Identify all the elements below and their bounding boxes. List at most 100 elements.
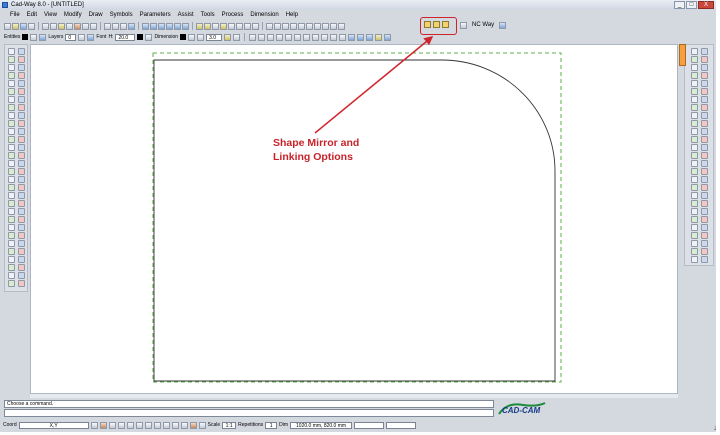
draw-tool-icon[interactable] bbox=[8, 144, 15, 151]
track-toggle-icon[interactable] bbox=[135, 421, 143, 429]
draw-tool-icon[interactable] bbox=[8, 272, 15, 279]
menu-dimension[interactable]: Dimension bbox=[250, 11, 278, 20]
menu-modify[interactable]: Modify bbox=[64, 11, 82, 20]
scale-field[interactable]: 1:1 bbox=[222, 421, 237, 429]
draw-tool-icon[interactable] bbox=[18, 192, 25, 199]
layer-properties-icon[interactable] bbox=[87, 33, 95, 41]
entity-color-dropdown-icon[interactable] bbox=[30, 33, 38, 41]
process-tool-icon[interactable] bbox=[691, 216, 698, 223]
undo-icon[interactable] bbox=[104, 22, 111, 30]
process-tool-icon[interactable] bbox=[691, 240, 698, 247]
join-icon[interactable] bbox=[266, 22, 273, 30]
draw-tool-icon[interactable] bbox=[8, 72, 15, 79]
draw-tool-icon[interactable] bbox=[18, 136, 25, 143]
draw-tool-icon[interactable] bbox=[18, 144, 25, 151]
process-tool-icon[interactable] bbox=[701, 96, 708, 103]
process-tool-icon[interactable] bbox=[701, 176, 708, 183]
draw-tool-icon[interactable] bbox=[8, 248, 15, 255]
draw-tool-icon[interactable] bbox=[8, 224, 15, 231]
process-tool-icon[interactable] bbox=[691, 248, 698, 255]
draw-tool-icon[interactable] bbox=[18, 104, 25, 111]
draw-tool-icon[interactable] bbox=[18, 264, 25, 271]
snap-tangent-icon[interactable] bbox=[285, 33, 293, 41]
process-tool-icon[interactable] bbox=[701, 224, 708, 231]
process-tool-icon[interactable] bbox=[701, 104, 708, 111]
draw-tool-icon[interactable] bbox=[18, 152, 25, 159]
draw-tool-icon[interactable] bbox=[8, 184, 15, 191]
process-tool-icon[interactable] bbox=[691, 96, 698, 103]
pan-icon[interactable] bbox=[128, 22, 135, 30]
process-tool-icon[interactable] bbox=[701, 192, 708, 199]
snap-perpendicular-icon[interactable] bbox=[294, 33, 302, 41]
process-tool-icon[interactable] bbox=[701, 200, 708, 207]
draw-tool-icon[interactable] bbox=[8, 112, 15, 119]
move-shape-icon[interactable] bbox=[282, 22, 289, 30]
settings-icon[interactable] bbox=[198, 421, 206, 429]
process-tool-icon[interactable] bbox=[701, 64, 708, 71]
draw-tool-icon[interactable] bbox=[8, 168, 15, 175]
nc-way-side-tab[interactable] bbox=[679, 44, 686, 66]
dimension-apply-icon[interactable] bbox=[224, 33, 232, 41]
draw-tool-icon[interactable] bbox=[18, 208, 25, 215]
draw-tool-icon[interactable] bbox=[18, 48, 25, 55]
draw-tool-icon[interactable] bbox=[8, 240, 15, 247]
close-contour-icon[interactable] bbox=[338, 22, 345, 30]
process-tool-icon[interactable] bbox=[701, 128, 708, 135]
menu-parameters[interactable]: Parameters bbox=[140, 11, 171, 20]
nc-settings-icon[interactable] bbox=[499, 22, 507, 29]
process-tool-icon[interactable] bbox=[701, 208, 708, 215]
menu-help[interactable]: Help bbox=[286, 11, 298, 20]
drawing-canvas[interactable] bbox=[30, 44, 678, 394]
draw-tool-icon[interactable] bbox=[18, 72, 25, 79]
snap-end-icon[interactable] bbox=[249, 33, 257, 41]
process-tool-icon[interactable] bbox=[691, 64, 698, 71]
offset-icon[interactable] bbox=[244, 22, 251, 30]
draw-tool-icon[interactable] bbox=[18, 240, 25, 247]
snap-toggle-icon[interactable] bbox=[90, 421, 98, 429]
horizontal-scrollbar[interactable] bbox=[30, 394, 678, 398]
draw-tool-icon[interactable] bbox=[8, 192, 15, 199]
delete-icon[interactable] bbox=[66, 22, 73, 30]
process-tool-icon[interactable] bbox=[701, 240, 708, 247]
draw-tool-icon[interactable] bbox=[18, 200, 25, 207]
process-tool-icon[interactable] bbox=[701, 248, 708, 255]
snap-center-icon[interactable] bbox=[267, 33, 275, 41]
entity-properties-icon[interactable] bbox=[39, 33, 47, 41]
draw-tool-icon[interactable] bbox=[8, 216, 15, 223]
pencil-icon[interactable] bbox=[220, 22, 227, 30]
open-folder-icon[interactable] bbox=[12, 22, 19, 30]
draw-tool-icon[interactable] bbox=[8, 96, 15, 103]
dynamic-input-icon[interactable] bbox=[171, 421, 179, 429]
minimize-button[interactable]: _ bbox=[674, 1, 685, 9]
process-tool-icon[interactable] bbox=[691, 48, 698, 55]
draw-tool-icon[interactable] bbox=[18, 168, 25, 175]
draw-tool-icon[interactable] bbox=[18, 216, 25, 223]
menu-assist[interactable]: Assist bbox=[178, 11, 194, 20]
paste-icon[interactable] bbox=[58, 22, 65, 30]
draw-tool-icon[interactable] bbox=[8, 280, 15, 287]
process-tool-icon[interactable] bbox=[691, 176, 698, 183]
layer-manager-icon[interactable] bbox=[78, 33, 86, 41]
menu-process[interactable]: Process bbox=[222, 11, 244, 20]
units-icon[interactable] bbox=[180, 421, 188, 429]
draw-tool-icon[interactable] bbox=[18, 248, 25, 255]
draw-tool-icon[interactable] bbox=[18, 256, 25, 263]
menu-file[interactable]: File bbox=[10, 11, 20, 20]
draw-tool-icon[interactable] bbox=[18, 120, 25, 127]
refresh-icon[interactable] bbox=[120, 22, 127, 30]
dimension-settings-icon[interactable] bbox=[233, 33, 241, 41]
polar-icon[interactable] bbox=[339, 33, 347, 41]
process-tool-icon[interactable] bbox=[691, 112, 698, 119]
draw-tool-icon[interactable] bbox=[18, 232, 25, 239]
process-tool-icon[interactable] bbox=[691, 160, 698, 167]
dimension-color-swatch[interactable] bbox=[180, 34, 187, 40]
zoom-window-icon[interactable] bbox=[166, 22, 173, 30]
draw-tool-icon[interactable] bbox=[8, 88, 15, 95]
process-tool-icon[interactable] bbox=[701, 144, 708, 151]
process-tool-icon[interactable] bbox=[701, 88, 708, 95]
zoom-out-icon[interactable] bbox=[158, 22, 165, 30]
dimension-style-icon[interactable] bbox=[188, 33, 196, 41]
rounded-corner-shape[interactable] bbox=[153, 59, 556, 382]
measure-icon[interactable] bbox=[196, 22, 203, 30]
menu-edit[interactable]: Edit bbox=[27, 11, 37, 20]
